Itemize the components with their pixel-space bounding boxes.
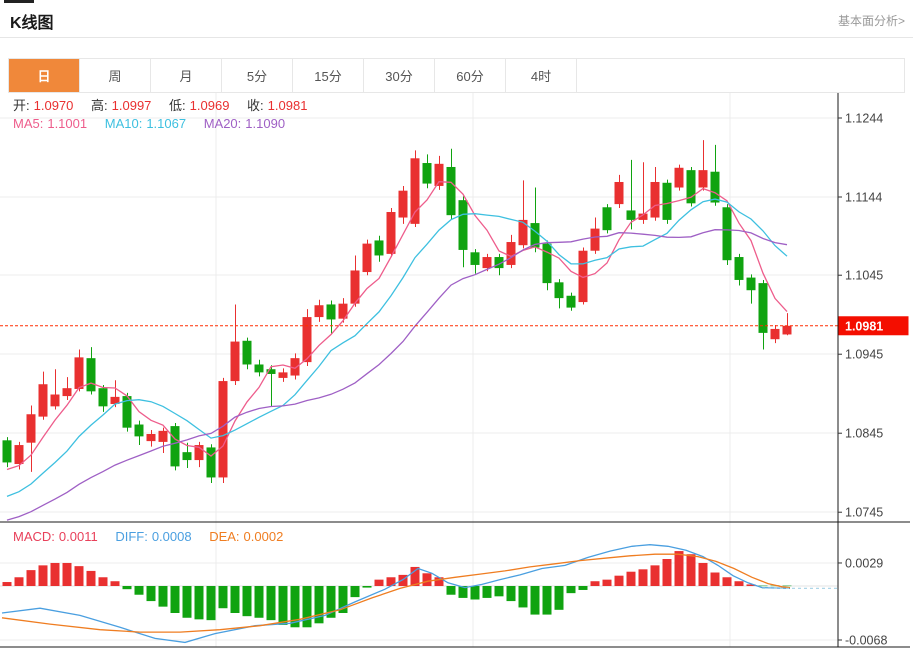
open-label: 开: — [13, 98, 30, 113]
diff-line — [2, 545, 790, 643]
open-value: 1.0970 — [34, 98, 74, 113]
ohlc-readout: 开: 1.0970 高: 1.0997 低: 1.0969 收: 1.0981 — [13, 95, 311, 114]
svg-text:1.0845: 1.0845 — [845, 427, 883, 441]
ma10-value: 1.1067 — [146, 116, 186, 131]
ma-readout: MA5: 1.1001 MA10:1.1067 MA20:1.1090 — [13, 116, 289, 131]
dea-label: DEA: — [209, 529, 239, 544]
kline-page: K线图 基本面分析> 日周月5分15分30分60分4时 1.1244 1.1144… — [0, 0, 913, 655]
tab-60分[interactable]: 60分 — [435, 59, 506, 92]
svg-text:1.1045: 1.1045 — [845, 269, 883, 283]
svg-text:0.0029: 0.0029 — [845, 556, 883, 570]
svg-text:1.0745: 1.0745 — [845, 506, 883, 520]
tab-周[interactable]: 周 — [80, 59, 151, 92]
candles-group — [3, 140, 792, 483]
tab-15分[interactable]: 15分 — [293, 59, 364, 92]
svg-text:1.1144: 1.1144 — [845, 191, 882, 205]
close-value: 1.0981 — [268, 98, 308, 113]
kline-chart-canvas[interactable]: 1.1244 1.1144 1.1045 1.0945 1.0845 1.0745 0.00… — [0, 93, 913, 655]
tab-30分[interactable]: 30分 — [364, 59, 435, 92]
ma5-value: 1.1001 — [47, 116, 87, 131]
chart-area: 1.1244 1.1144 1.1045 1.0945 1.0845 1.0745 0.00… — [0, 93, 913, 655]
close-label: 收: — [247, 98, 264, 113]
ma5-label: MA5: — [13, 116, 43, 131]
svg-text:1.0981: 1.0981 — [845, 319, 883, 333]
ma20-value: 1.1090 — [245, 116, 285, 131]
macd-axis-labels: 0.0029 -0.0068 — [838, 556, 887, 647]
tab-日[interactable]: 日 — [9, 59, 80, 92]
macd-value: 0.0011 — [59, 529, 98, 544]
diff-label: DIFF: — [115, 529, 148, 544]
price-axis-labels: 1.1244 1.1144 1.1045 1.0945 1.0845 1.0745 — [838, 112, 883, 520]
low-value: 1.0969 — [190, 98, 230, 113]
last-price-tag: 1.0981 — [839, 316, 909, 335]
ma10-label: MA10: — [105, 116, 143, 131]
svg-text:1.1244: 1.1244 — [845, 112, 883, 126]
header: K线图 基本面分析> — [0, 0, 913, 38]
macd-label: MACD: — [13, 529, 55, 544]
dea-value: 0.0002 — [244, 529, 284, 544]
page-title: K线图 — [10, 9, 54, 33]
ma20-label: MA20: — [204, 116, 242, 131]
tab-月[interactable]: 月 — [151, 59, 222, 92]
high-value: 1.0997 — [112, 98, 152, 113]
low-label: 低: — [169, 98, 186, 113]
ma20-line — [7, 230, 787, 520]
period-tabbar: 日周月5分15分30分60分4时 — [8, 58, 905, 93]
tabbar-empty-space — [577, 59, 904, 92]
high-label: 高: — [91, 98, 108, 113]
dea-line — [2, 554, 790, 632]
fundamental-analysis-link[interactable]: 基本面分析> — [838, 12, 905, 29]
tab-5分[interactable]: 5分 — [222, 59, 293, 92]
svg-text:-0.0068: -0.0068 — [845, 633, 887, 647]
svg-text:1.0945: 1.0945 — [845, 348, 883, 362]
diff-value: 0.0008 — [152, 529, 192, 544]
macd-readout: MACD: 0.0011 DIFF: 0.0008 DEA: 0.0002 — [13, 529, 287, 544]
tab-4时[interactable]: 4时 — [506, 59, 577, 92]
